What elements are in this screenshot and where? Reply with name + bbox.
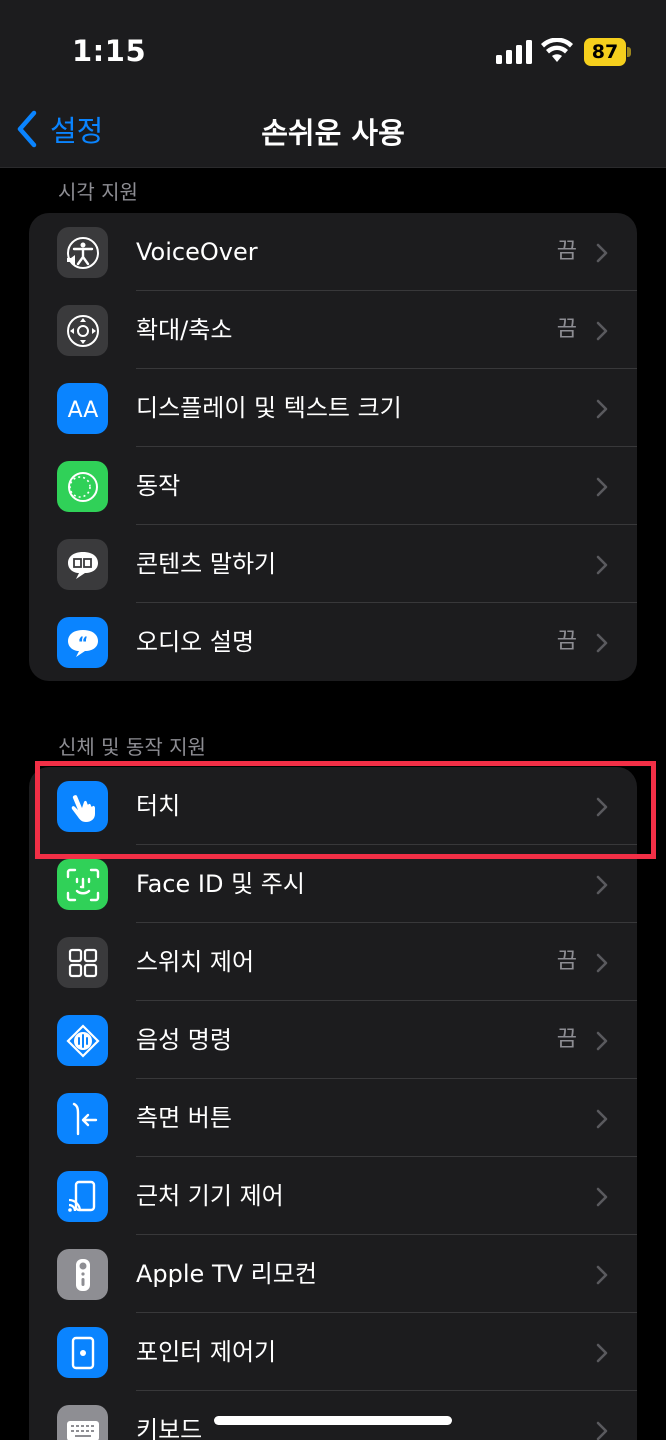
row-label: 디스플레이 및 텍스트 크기 [136,394,402,422]
cellular-signal-icon [496,40,532,64]
row-value: 끔 [556,629,577,654]
voice-control-icon [57,1015,108,1066]
row-motion[interactable]: 동작 [29,447,637,525]
row-pointer-control[interactable]: 포인터 제어기 [29,1313,637,1391]
row-voiceover[interactable]: VoiceOver 끔 [29,213,637,291]
motion-icon [57,461,108,512]
status-bar: 1:15 87 [0,0,666,100]
svg-text:AA: AA [67,398,98,423]
audio-description-icon: “ [57,617,108,668]
row-value: 끔 [556,949,577,974]
chevron-right-icon [596,1187,608,1207]
chevron-right-icon [596,477,608,497]
keyboard-icon [57,1405,108,1440]
row-label: 음성 명령 [136,1026,232,1054]
section-header-physical-motor: 신체 및 동작 지원 [58,735,206,759]
row-label: 근처 기기 제어 [136,1182,284,1210]
zoom-icon [57,305,108,356]
svg-text:“: “ [77,633,88,652]
row-label: 동작 [136,472,181,500]
chevron-right-icon [596,1031,608,1051]
row-value: 끔 [556,1027,577,1052]
navigation-bar: 설정 손쉬운 사용 [0,100,666,168]
row-display-text-size[interactable]: AA 디스플레이 및 텍스트 크기 [29,369,637,447]
row-spoken-content[interactable]: 콘텐츠 말하기 [29,525,637,603]
battery-level: 87 [584,38,626,66]
row-zoom[interactable]: 확대/축소 끔 [29,291,637,369]
status-time: 1:15 [72,34,147,68]
wifi-icon [541,38,573,62]
row-label: 키보드 [136,1416,203,1440]
row-value: 끔 [556,239,577,264]
row-voice-control[interactable]: 음성 명령 끔 [29,1001,637,1079]
row-switch-control[interactable]: 스위치 제어 끔 [29,923,637,1001]
row-label: 스위치 제어 [136,948,255,976]
highlight-box [35,761,656,859]
switch-control-icon [57,937,108,988]
row-nearby-device-control[interactable]: 근처 기기 제어 [29,1157,637,1235]
pointer-control-icon [57,1327,108,1378]
spoken-content-icon [57,539,108,590]
chevron-right-icon [596,1265,608,1285]
chevron-right-icon [596,399,608,419]
battery-indicator: 87 [584,38,632,66]
row-label: 오디오 설명 [136,628,255,656]
row-label: 측면 버튼 [136,1104,232,1132]
home-indicator[interactable] [214,1416,452,1425]
row-label: VoiceOver [136,238,258,266]
row-label: 포인터 제어기 [136,1338,277,1366]
chevron-right-icon [596,875,608,895]
chevron-right-icon [596,321,608,341]
chevron-right-icon [596,633,608,653]
section-header-vision: 시각 지원 [58,180,138,204]
settings-group-vision: VoiceOver 끔 확대/축소 끔 AA 디스플레이 및 텍스트 크기 동작 [29,213,637,681]
row-label: 콘텐츠 말하기 [136,550,277,578]
text-size-icon: AA [57,383,108,434]
side-button-icon [57,1093,108,1144]
chevron-right-icon [596,243,608,263]
nearby-devices-icon [57,1171,108,1222]
apple-tv-remote-icon [57,1249,108,1300]
chevron-right-icon [596,555,608,575]
chevron-right-icon [596,953,608,973]
face-id-icon [57,859,108,910]
page-title: 손쉬운 사용 [261,116,405,150]
row-label: Apple TV 리모컨 [136,1260,317,1288]
row-value: 끔 [556,317,577,342]
row-label: 확대/축소 [136,316,233,344]
settings-group-physical-motor: 터치 Face ID 및 주시 스위치 제어 끔 음성 명령 끔 측면 버튼 근… [29,767,637,1440]
row-apple-tv-remote[interactable]: Apple TV 리모컨 [29,1235,637,1313]
chevron-right-icon [596,1421,608,1440]
chevron-right-icon [596,1343,608,1363]
chevron-right-icon [596,1109,608,1129]
row-audio-description[interactable]: “ 오디오 설명 끔 [29,603,637,681]
voiceover-icon [57,227,108,278]
row-side-button[interactable]: 측면 버튼 [29,1079,637,1157]
